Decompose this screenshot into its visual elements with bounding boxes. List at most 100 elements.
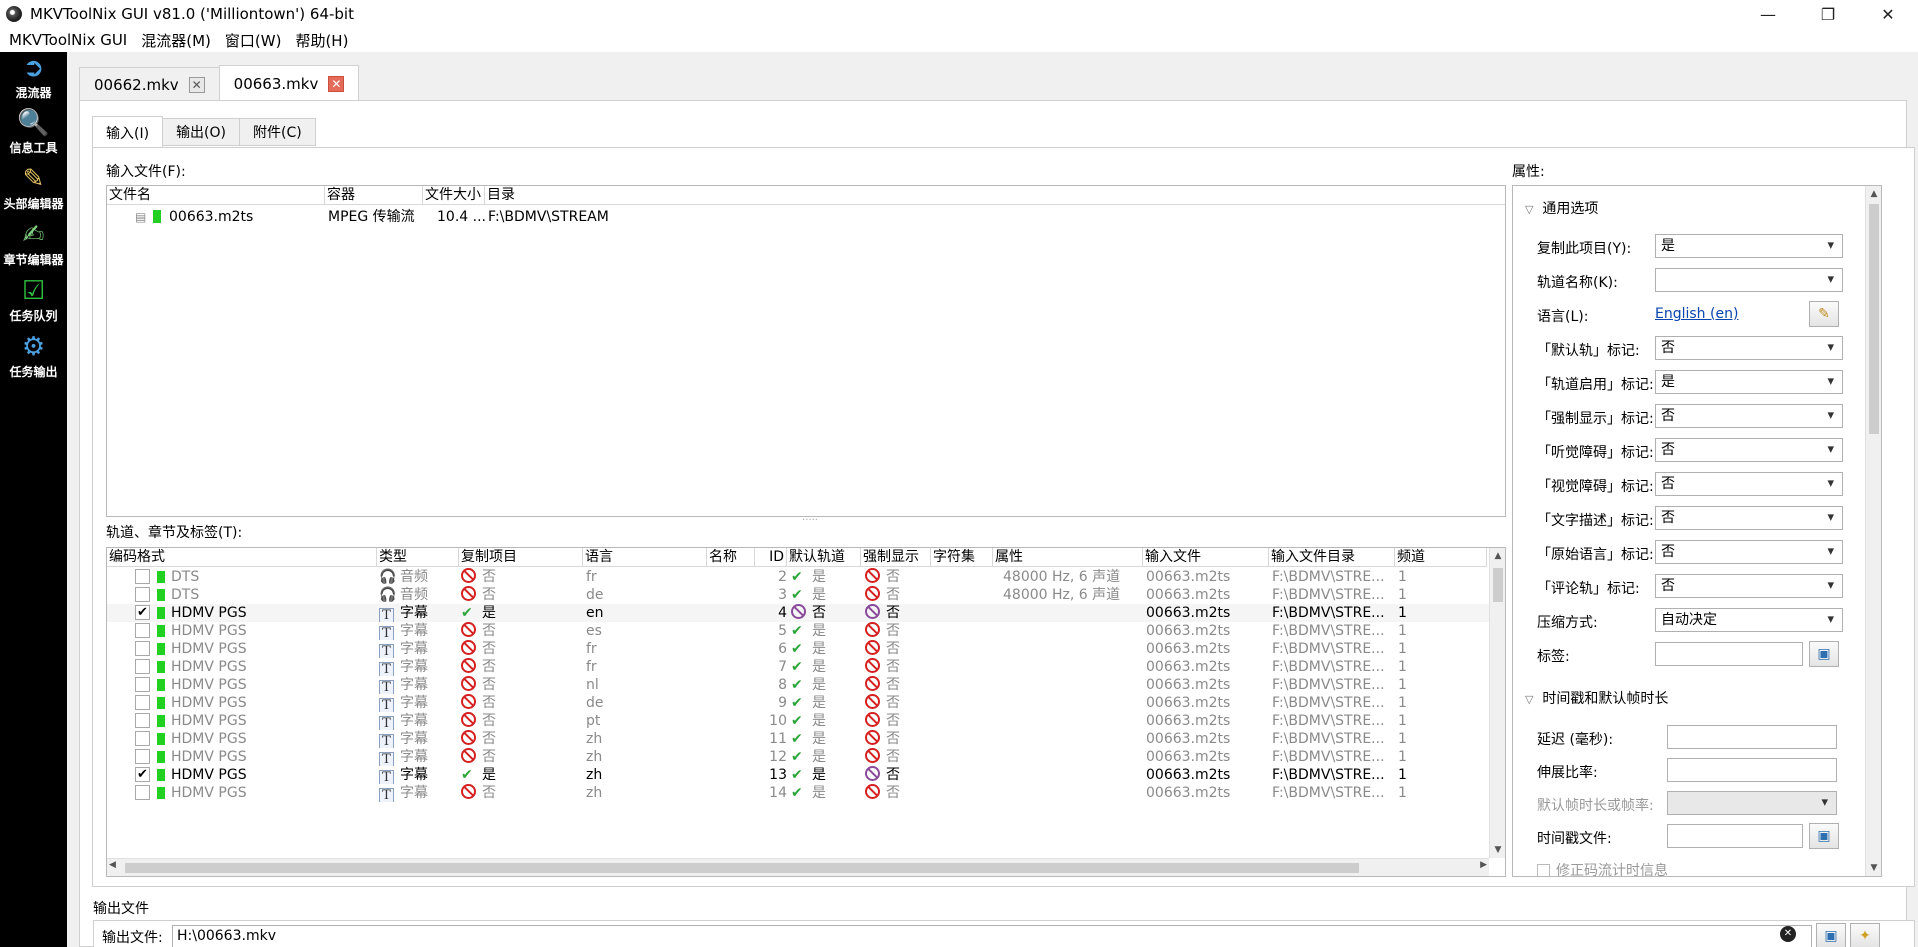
track-checkbox[interactable] <box>135 569 150 584</box>
menu-help[interactable]: 帮助(H) <box>288 30 355 51</box>
column-header-input-dir[interactable]: 输入文件目录 <box>1269 548 1395 567</box>
track-checkbox[interactable] <box>135 785 150 800</box>
browse-tags-button[interactable]: ▣ <box>1809 641 1839 667</box>
scrollbar-thumb[interactable] <box>1493 568 1503 602</box>
scroll-up-icon[interactable]: ▲ <box>1490 548 1505 564</box>
close-tab-icon[interactable]: ✕ <box>328 75 345 92</box>
sidebar-item-job-queue[interactable]: ☑ 任务队列 <box>0 275 67 329</box>
output-file-input[interactable]: H:\00663.mkv <box>172 925 1812 947</box>
default-flag-select[interactable]: 否 <box>1655 336 1843 360</box>
visual-impaired-select[interactable]: 否 <box>1655 472 1843 496</box>
track-checkbox[interactable] <box>135 659 150 674</box>
track-checkbox[interactable] <box>135 587 150 602</box>
scroll-right-icon[interactable]: ▶ <box>1480 860 1487 870</box>
table-row[interactable]: HDMV PGS T 字幕 否 pt 10 ✔ 是 否 00663.m2ts F:\BDMV\STR… <box>107 712 1505 730</box>
column-header-language[interactable]: 语言 <box>583 548 707 567</box>
original-language-select[interactable]: 否 <box>1655 540 1843 564</box>
sidebar-item-job-output[interactable]: ⚙ 任务输出 <box>0 331 67 385</box>
column-header-directory[interactable]: 目录 <box>485 186 1505 205</box>
scroll-down-icon[interactable]: ▼ <box>1866 860 1881 876</box>
table-row[interactable]: DTS 🎧 音频 否 de 3 ✔ 是 否 48000 Hz, 6 声道 00663.m2ts F:\… <box>107 586 1505 604</box>
sidebar-item-header-editor[interactable]: ✎ 头部编辑器 <box>0 163 67 217</box>
track-checkbox[interactable] <box>135 713 150 728</box>
table-row[interactable]: HDMV PGS T 字幕 否 zh 14 ✔ 是 否 00663.m2ts F:\BDMV\STR… <box>107 784 1505 802</box>
column-header-channel[interactable]: 频道 <box>1395 548 1487 567</box>
track-checkbox[interactable] <box>135 623 150 638</box>
table-row[interactable]: HDMV PGS T 字幕 否 fr 6 ✔ 是 否 00663.m2ts F:\BDMV\STRE… <box>107 640 1505 658</box>
tab-00663[interactable]: 00663.mkv ✕ <box>218 65 360 101</box>
general-options-group[interactable]: ▽ 通用选项 <box>1525 198 1598 218</box>
tab-attachments-page[interactable]: 附件(C) <box>239 118 316 146</box>
column-header-size[interactable]: 文件大小 <box>423 186 485 205</box>
tab-00662[interactable]: 00662.mkv ✕ <box>79 67 220 101</box>
column-header-codec[interactable]: 编码格式 <box>107 548 377 567</box>
stretch-input[interactable] <box>1667 758 1837 782</box>
track-checkbox[interactable] <box>135 695 150 710</box>
properties-scrollbar[interactable]: ▲ ▼ <box>1865 186 1881 876</box>
tags-input[interactable] <box>1655 642 1803 666</box>
column-header-type[interactable]: 类型 <box>377 548 459 567</box>
sidebar-item-info-tool[interactable]: 🔍 信息工具 <box>0 107 67 161</box>
edit-language-button[interactable]: ✎ <box>1809 301 1839 327</box>
table-row[interactable]: ✔ HDMV PGS T 字幕 ✔ 是 en 4 否否 00663.m2ts F:\BDMV\STR… <box>107 604 1505 622</box>
sidebar-item-muxer[interactable]: ➲ 混流器 <box>0 52 67 106</box>
column-header-container[interactable]: 容器 <box>325 186 423 205</box>
track-checkbox[interactable] <box>135 749 150 764</box>
menu-window[interactable]: 窗口(W) <box>218 30 289 51</box>
menu-mkvtoolnix[interactable]: MKVToolNix GUI <box>0 31 134 49</box>
close-button[interactable]: ✕ <box>1858 0 1918 28</box>
clear-icon[interactable]: ✕ <box>1780 926 1796 942</box>
column-header-charset[interactable]: 字符集 <box>931 548 993 567</box>
scrollbar-thumb[interactable] <box>125 863 1359 873</box>
column-header-copy[interactable]: 复制项目 <box>459 548 583 567</box>
delay-input[interactable] <box>1667 725 1837 749</box>
browse-timestamp-button[interactable]: ▣ <box>1809 823 1839 849</box>
table-row[interactable]: HDMV PGS T 字幕 否 de 9 ✔ 是 否 00663.m2ts F:\BDMV\STRE… <box>107 694 1505 712</box>
tracks-vertical-scrollbar[interactable]: ▲ ▼ <box>1489 548 1505 858</box>
input-files-table[interactable]: 文件名 容器 文件大小 目录 ▤ 00663.m2ts MPEG 传输流 10.… <box>106 185 1506 517</box>
commentary-select[interactable]: 否 <box>1655 574 1843 598</box>
scroll-down-icon[interactable]: ▼ <box>1490 842 1505 858</box>
copy-item-select[interactable]: 是 <box>1655 234 1843 258</box>
tab-input-page[interactable]: 输入(I) <box>92 116 164 148</box>
column-header-id[interactable]: ID <box>755 548 787 567</box>
compression-select[interactable]: 自动决定 <box>1655 608 1843 632</box>
output-options-button[interactable]: ✦ <box>1850 923 1880 947</box>
column-header-filename[interactable]: 文件名 <box>107 186 325 205</box>
track-checkbox[interactable]: ✔ <box>135 767 150 782</box>
track-name-select[interactable] <box>1655 268 1843 292</box>
maximize-button[interactable]: ❐ <box>1798 0 1858 28</box>
table-row[interactable]: HDMV PGS T 字幕 否 zh 12 ✔ 是 否 00663.m2ts F:\BDMV\STR… <box>107 748 1505 766</box>
splitter-handle[interactable]: ····· <box>800 516 820 526</box>
language-link[interactable]: English (en) <box>1655 306 1738 322</box>
track-checkbox[interactable]: ✔ <box>135 605 150 620</box>
minimize-button[interactable]: — <box>1738 0 1798 28</box>
tracks-horizontal-scrollbar[interactable]: ◀ ▶ <box>107 858 1489 876</box>
scrollbar-thumb[interactable] <box>1869 204 1879 434</box>
fix-bitstream-checkbox[interactable]: 修正码流计时信息 <box>1537 860 1668 876</box>
track-checkbox[interactable] <box>135 731 150 746</box>
scroll-up-icon[interactable]: ▲ <box>1866 186 1881 202</box>
text-description-select[interactable]: 否 <box>1655 506 1843 530</box>
browse-output-button[interactable]: ▣ <box>1816 923 1846 947</box>
track-checkbox[interactable] <box>135 641 150 656</box>
column-header-properties[interactable]: 属性 <box>993 548 1143 567</box>
forced-flag-select[interactable]: 否 <box>1655 404 1843 428</box>
table-row[interactable]: HDMV PGS T 字幕 否 nl 8 ✔ 是 否 00663.m2ts F:\BDMV\STRE… <box>107 676 1505 694</box>
timestamp-file-input[interactable] <box>1667 824 1803 848</box>
close-tab-icon[interactable]: ✕ <box>188 76 205 93</box>
table-row[interactable]: HDMV PGS T 字幕 否 zh 11 ✔ 是 否 00663.m2ts F:\BDMV\STR… <box>107 730 1505 748</box>
column-header-default[interactable]: 默认轨道 <box>787 548 861 567</box>
hearing-impaired-select[interactable]: 否 <box>1655 438 1843 462</box>
enabled-flag-select[interactable]: 是 <box>1655 370 1843 394</box>
tab-output-page[interactable]: 输出(O) <box>162 118 241 146</box>
menu-muxer[interactable]: 混流器(M) <box>134 30 218 51</box>
table-row[interactable]: DTS 🎧 音频 否 fr 2 ✔ 是 否 48000 Hz, 6 声道 00663.m2ts F:\… <box>107 568 1505 586</box>
column-header-input-file[interactable]: 输入文件 <box>1143 548 1269 567</box>
table-row[interactable]: HDMV PGS T 字幕 否 fr 7 ✔ 是 否 00663.m2ts F:\BDMV\STRE… <box>107 658 1505 676</box>
table-row[interactable]: ✔ HDMV PGS T 字幕 ✔ 是 zh 13 ✔ 是否 00663.m2ts F:\BDMV\S… <box>107 766 1505 784</box>
track-checkbox[interactable] <box>135 677 150 692</box>
column-header-name[interactable]: 名称 <box>707 548 755 567</box>
column-header-forced[interactable]: 强制显示 <box>861 548 931 567</box>
default-duration-select[interactable] <box>1667 791 1837 815</box>
